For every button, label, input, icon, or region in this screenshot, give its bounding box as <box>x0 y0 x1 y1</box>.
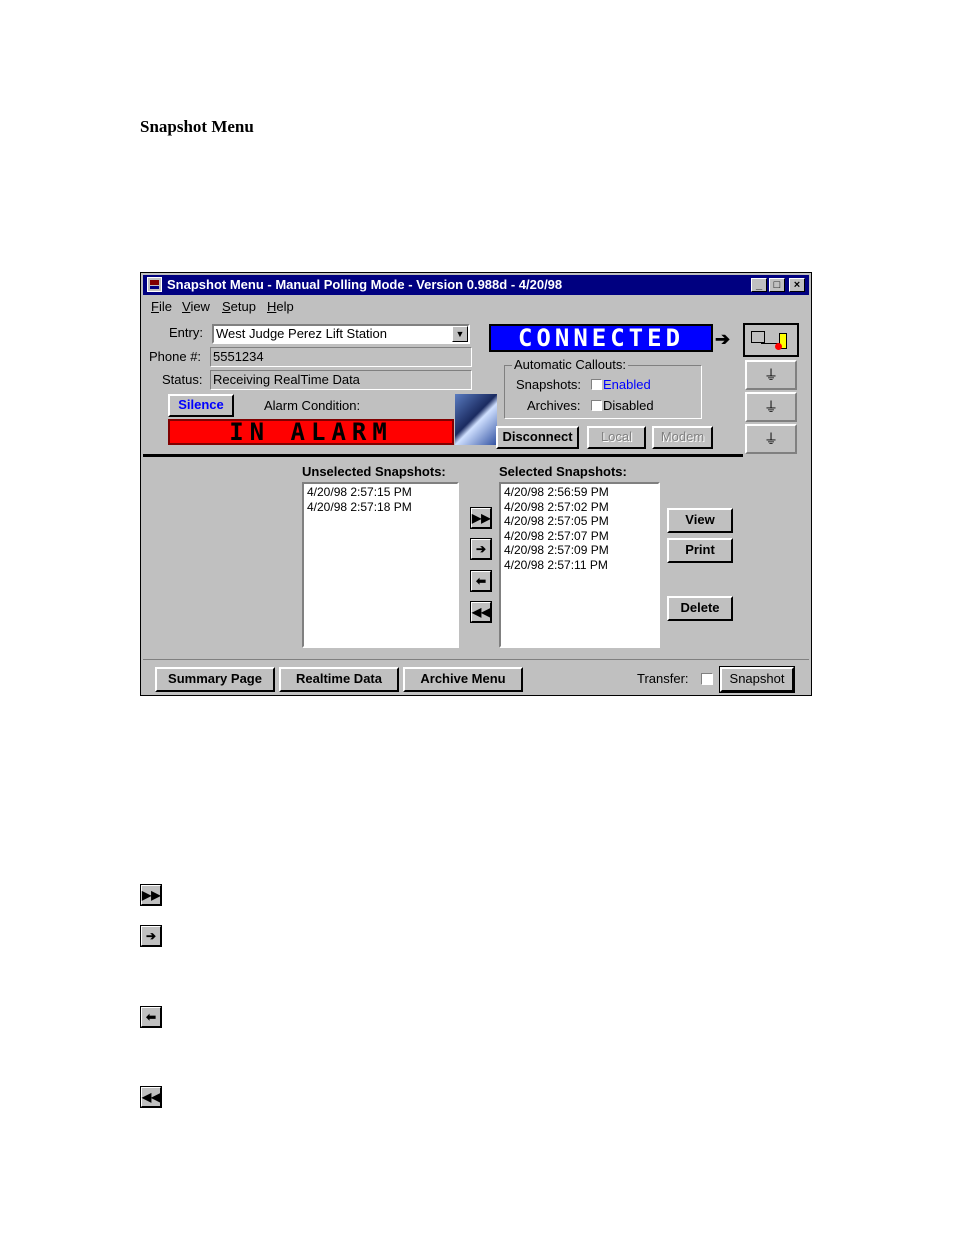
window-title: Snapshot Menu - Manual Polling Mode - Ve… <box>167 277 563 292</box>
header-separator <box>143 454 743 457</box>
list-item[interactable]: 4/20/98 2:57:15 PM <box>307 485 454 500</box>
list-item[interactable]: 4/20/98 2:57:11 PM <box>504 558 655 573</box>
list-item[interactable]: 4/20/98 2:57:07 PM <box>504 529 655 544</box>
move-left-button[interactable]: ⬅ <box>470 570 492 592</box>
ground-icon[interactable]: ⏚ <box>745 424 797 454</box>
unselected-title: Unselected Snapshots: <box>302 464 446 479</box>
archives-callout-label: Archives: <box>527 398 581 413</box>
alarm-condition-label: Alarm Condition: <box>264 398 361 413</box>
alarm-banner: IN ALARM <box>168 419 454 445</box>
summary-page-button[interactable]: Summary Page <box>155 667 275 692</box>
snapshots-callout-label: Snapshots: <box>516 377 582 392</box>
list-item[interactable]: 4/20/98 2:57:02 PM <box>504 500 655 515</box>
archive-menu-button[interactable]: Archive Menu <box>403 667 523 692</box>
view-button[interactable]: View <box>667 508 733 533</box>
selected-title: Selected Snapshots: <box>499 464 627 479</box>
arrow-right-icon: ➔ <box>715 329 731 349</box>
arrow-right-icon: ➔ <box>140 925 162 947</box>
move-all-right-button[interactable]: ▶▶ <box>470 507 492 529</box>
silence-button[interactable]: Silence <box>168 394 234 417</box>
print-button[interactable]: Print <box>667 538 733 563</box>
automatic-callouts-title: Automatic Callouts: <box>512 357 628 372</box>
list-item[interactable]: 4/20/98 2:56:59 PM <box>504 485 655 500</box>
doc-heading: Snapshot Menu <box>140 117 254 136</box>
delete-button[interactable]: Delete <box>667 596 733 621</box>
list-item[interactable]: 4/20/98 2:57:05 PM <box>504 514 655 529</box>
modem-button[interactable]: Modem <box>652 426 713 449</box>
menu-file[interactable]: File <box>151 299 172 314</box>
double-arrow-left-icon: ◀◀ <box>140 1086 162 1108</box>
snapshot-button[interactable]: Snapshot <box>719 666 795 693</box>
chevron-down-icon[interactable]: ▼ <box>452 326 468 342</box>
selected-list[interactable]: 4/20/98 2:56:59 PM 4/20/98 2:57:02 PM 4/… <box>499 482 660 648</box>
footer-separator <box>143 659 809 660</box>
local-button[interactable]: Local <box>587 426 646 449</box>
move-all-left-button[interactable]: ◀◀ <box>470 601 492 623</box>
alarm-dot-icon <box>775 343 782 350</box>
list-item[interactable]: 4/20/98 2:57:18 PM <box>307 500 454 515</box>
lift-station-image <box>455 394 497 445</box>
archives-callout-value: Disabled <box>603 398 654 413</box>
entry-label: Entry: <box>169 325 203 340</box>
double-arrow-left-icon: ◀◀ <box>472 605 491 619</box>
double-arrow-right-icon: ▶▶ <box>472 511 491 525</box>
maximize-button[interactable]: □ <box>769 278 785 292</box>
double-arrow-right-icon: ▶▶ <box>140 884 162 906</box>
close-button[interactable]: × <box>789 278 805 292</box>
ground-icon[interactable]: ⏚ <box>745 360 797 390</box>
network-status-panel[interactable] <box>743 323 799 357</box>
arrow-right-icon: ➔ <box>475 542 487 556</box>
snapshots-callout-value: Enabled <box>603 377 651 392</box>
menu-view[interactable]: View <box>182 299 210 314</box>
transfer-checkbox[interactable] <box>701 673 713 685</box>
transfer-label: Transfer: <box>637 671 689 686</box>
phone-field: 5551234 <box>210 347 472 367</box>
snapshot-menu-window: Snapshot Menu - Manual Polling Mode - Ve… <box>140 272 812 696</box>
status-label: Status: <box>162 372 203 387</box>
arrow-left-icon: ⬅ <box>475 574 487 588</box>
entry-value: West Judge Perez Lift Station <box>216 326 388 341</box>
archives-callout-checkbox[interactable] <box>591 400 602 411</box>
arrow-left-icon: ⬅ <box>140 1006 162 1028</box>
phone-label: Phone #: <box>149 349 202 364</box>
app-icon[interactable] <box>147 277 162 292</box>
unselected-list[interactable]: 4/20/98 2:57:15 PM 4/20/98 2:57:18 PM <box>302 482 459 648</box>
status-field: Receiving RealTime Data <box>210 370 472 390</box>
menu-setup[interactable]: Setup <box>222 299 256 314</box>
title-bar[interactable]: Snapshot Menu - Manual Polling Mode - Ve… <box>143 275 809 295</box>
ground-icon[interactable]: ⏚ <box>745 392 797 422</box>
minimize-button[interactable]: _ <box>751 278 767 292</box>
snapshots-callout-checkbox[interactable] <box>591 379 602 390</box>
computer-icon <box>751 331 765 343</box>
disconnect-button[interactable]: Disconnect <box>496 426 579 449</box>
realtime-data-button[interactable]: Realtime Data <box>279 667 399 692</box>
menu-help[interactable]: Help <box>267 299 294 314</box>
move-right-button[interactable]: ➔ <box>470 538 492 560</box>
list-item[interactable]: 4/20/98 2:57:09 PM <box>504 543 655 558</box>
entry-combo[interactable]: West Judge Perez Lift Station ▼ <box>212 324 470 344</box>
connected-banner: CONNECTED <box>489 324 713 352</box>
